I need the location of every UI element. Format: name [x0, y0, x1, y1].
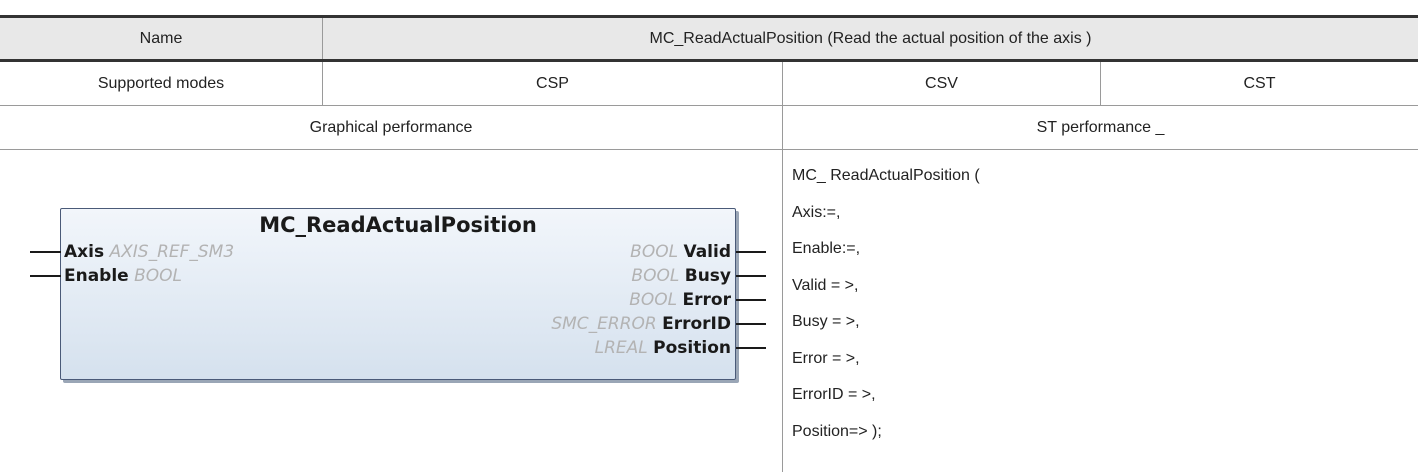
st-code-line: Error = >,	[792, 349, 860, 367]
input-pin-type: AXIS_REF_SM3	[109, 242, 235, 262]
output-pin-name: Valid	[683, 242, 731, 262]
output-pin-errorid: SMC_ERROR ErrorID	[551, 313, 731, 336]
supported-modes-label: Supported modes	[0, 62, 323, 105]
output-pin-type: BOOL	[629, 290, 678, 310]
name-label-cell: Name	[0, 18, 323, 59]
st-code-line: Axis:=,	[792, 203, 841, 221]
output-pin-valid: BOOL Valid	[630, 241, 731, 264]
output-wire-errorid	[736, 323, 766, 325]
graphical-performance-heading: Graphical performance	[0, 106, 783, 149]
st-code-line: Valid = >,	[792, 276, 859, 294]
function-spec-table: Name MC_ReadActualPosition (Read the act…	[0, 15, 1418, 472]
function-block: MC_ReadActualPosition Axis AXIS_REF_SM3 …	[60, 208, 736, 380]
output-pin-busy: BOOL Busy	[631, 265, 731, 288]
input-pin-type: BOOL	[134, 266, 183, 286]
st-code-line: Enable:=,	[792, 240, 861, 257]
function-block-title: MC_ReadActualPosition	[259, 213, 537, 237]
mode-csp: CSP	[323, 62, 783, 105]
mode-csv: CSV	[783, 62, 1101, 105]
output-wire-error	[736, 299, 766, 301]
output-pin-type: BOOL	[630, 242, 679, 262]
st-code-cell: MC_ ReadActualPosition ( Axis:=, Enable:…	[783, 150, 1418, 472]
input-wire-axis	[30, 251, 61, 253]
output-pin-error: BOOL Error	[629, 289, 731, 312]
st-performance-heading: ST performance _	[1036, 118, 1165, 136]
st-code-line: Position=> );	[792, 422, 882, 440]
output-wire-position	[736, 347, 766, 349]
input-pin-enable: Enable BOOL	[64, 265, 182, 288]
output-pin-name: ErrorID	[662, 314, 731, 334]
output-pin-name: Busy	[684, 266, 731, 286]
st-code-line: MC_ ReadActualPosition (	[792, 167, 980, 184]
supported-modes-row: Supported modes CSP CSV CST	[0, 62, 1418, 106]
function-block-diagram-cell: MC_ReadActualPosition Axis AXIS_REF_SM3 …	[0, 150, 783, 472]
header-row: Name MC_ReadActualPosition (Read the act…	[0, 18, 1418, 62]
output-pin-name: Position	[653, 338, 731, 358]
output-wire-valid	[736, 251, 766, 253]
mode-cst: CST	[1243, 74, 1276, 92]
input-pin-axis: Axis AXIS_REF_SM3	[64, 241, 234, 264]
output-pin-type: LREAL	[594, 338, 648, 358]
output-pin-type: SMC_ERROR	[551, 314, 657, 334]
st-code-line: ErrorID = >,	[792, 386, 876, 403]
st-code-line: Busy = >,	[792, 313, 860, 330]
content-row: MC_ReadActualPosition Axis AXIS_REF_SM3 …	[0, 150, 1418, 472]
function-title-cell: MC_ReadActualPosition (Read the actual p…	[649, 29, 1092, 47]
output-pin-name: Error	[682, 290, 731, 310]
input-wire-enable	[30, 275, 61, 277]
output-wire-busy	[736, 275, 766, 277]
output-pin-position: LREAL Position	[595, 337, 731, 360]
output-pin-type: BOOL	[631, 266, 680, 286]
section-header-row: Graphical performance ST performance _	[0, 106, 1418, 150]
input-pin-name: Axis	[64, 242, 105, 262]
input-pin-name: Enable	[64, 266, 129, 286]
